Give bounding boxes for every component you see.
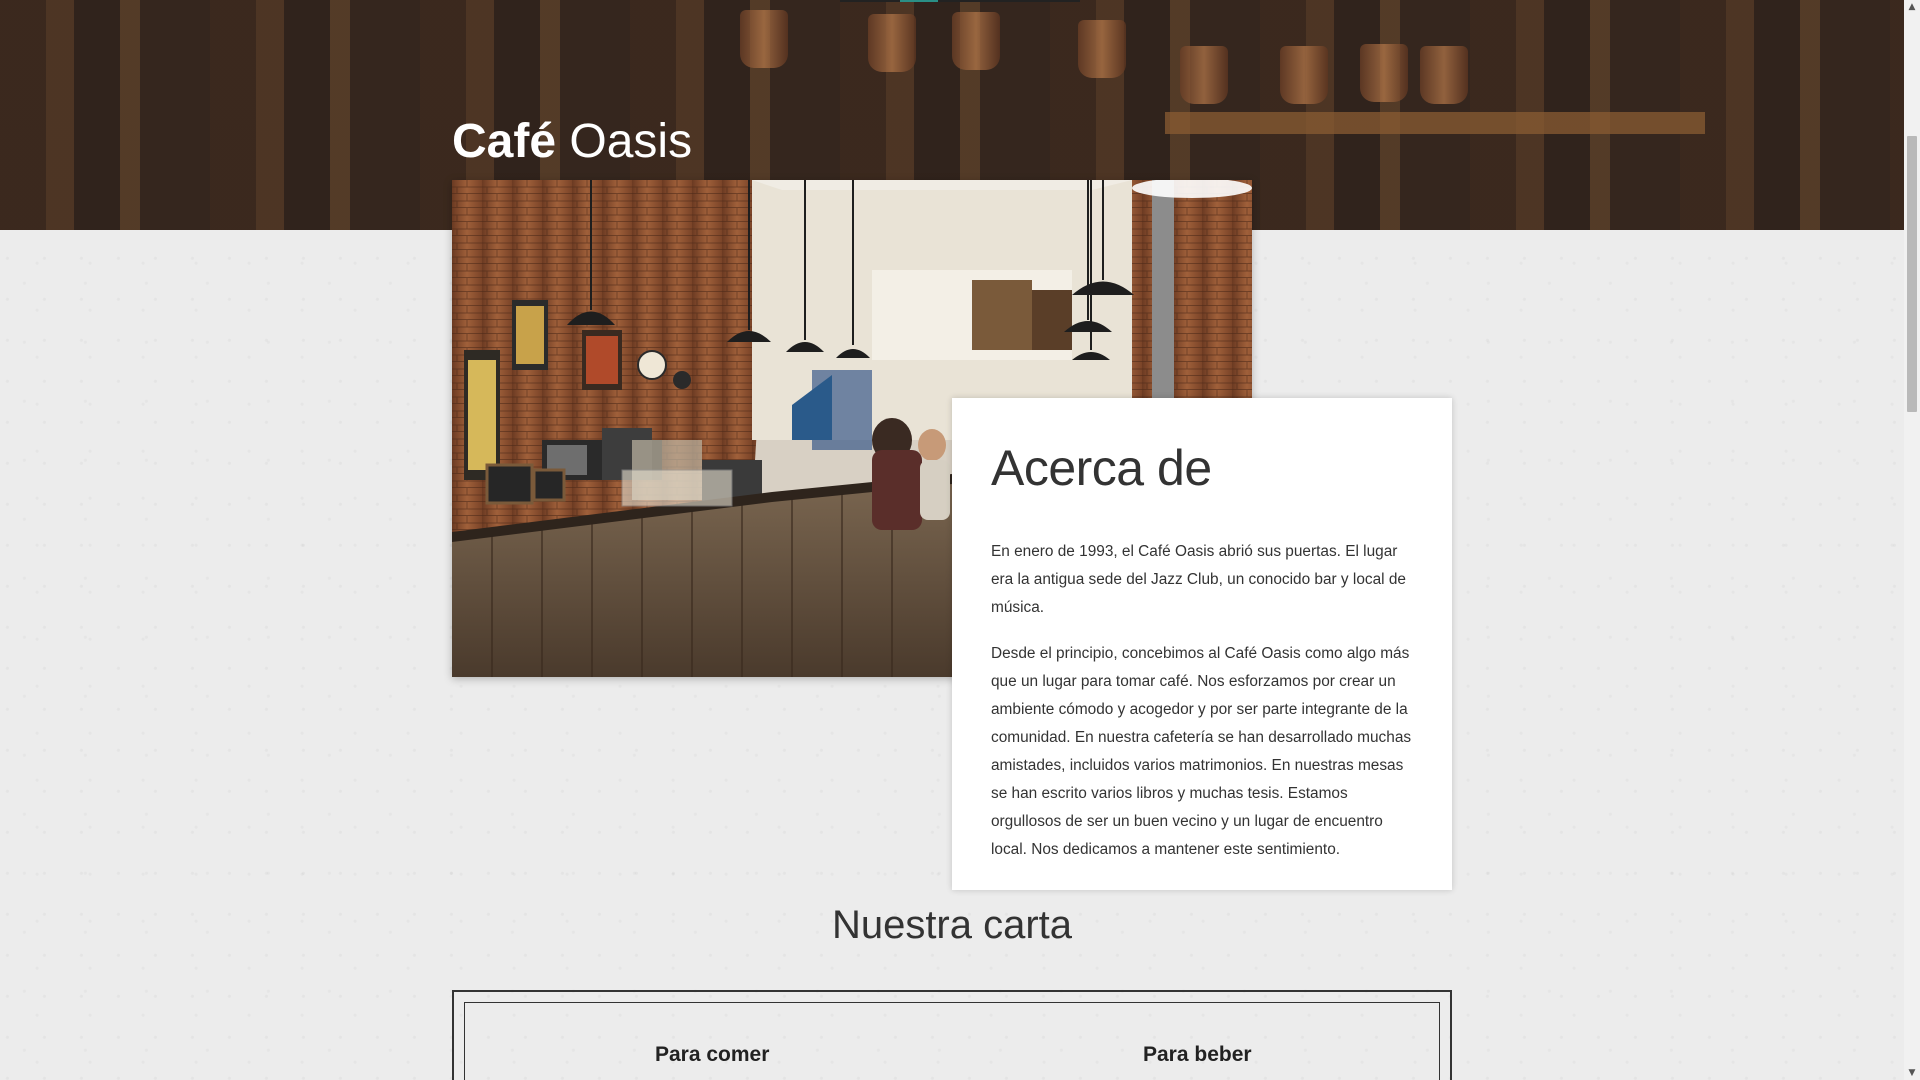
hero-mug (1360, 44, 1408, 102)
scroll-down-icon[interactable]: ▼ (1904, 1066, 1920, 1080)
hero-mug (1180, 46, 1228, 104)
top-bar-accent (900, 0, 938, 2)
menu-column-food: Para comer (655, 1043, 770, 1066)
menu-frame: Para comer Para beber (452, 990, 1452, 1080)
brand-part-cafe: Café (452, 115, 557, 168)
hero-shelf (1165, 112, 1705, 134)
menu-inner-frame: Para comer Para beber (464, 1002, 1440, 1080)
brand-part-oasis: Oasis (569, 115, 693, 168)
site-brand[interactable]: Café Oasis (452, 112, 692, 172)
top-bar (840, 0, 1080, 2)
about-paragraph: Desde el principio, concebimos al Café O… (991, 645, 1412, 858)
scroll-up-icon[interactable]: ▲ (1904, 0, 1920, 14)
scrollbar-thumb[interactable] (1907, 136, 1917, 412)
hero-mug (1078, 20, 1126, 78)
hero-mug (740, 10, 788, 68)
about-title: Acerca de (991, 440, 1212, 496)
hero-mug (1420, 46, 1468, 104)
hero-mug (1280, 46, 1328, 104)
about-card: Acerca de En enero de 1993, el Café Oasi… (952, 398, 1452, 890)
menu-title: Nuestra carta (831, 903, 1073, 947)
page-scrollbar[interactable]: ▲ ▼ (1904, 0, 1920, 1080)
about-paragraph: En enero de 1993, el Café Oasis abrió su… (991, 543, 1406, 616)
hero-mug (868, 14, 916, 72)
hero-mug (952, 12, 1000, 70)
menu-column-drinks: Para beber (1143, 1043, 1252, 1066)
